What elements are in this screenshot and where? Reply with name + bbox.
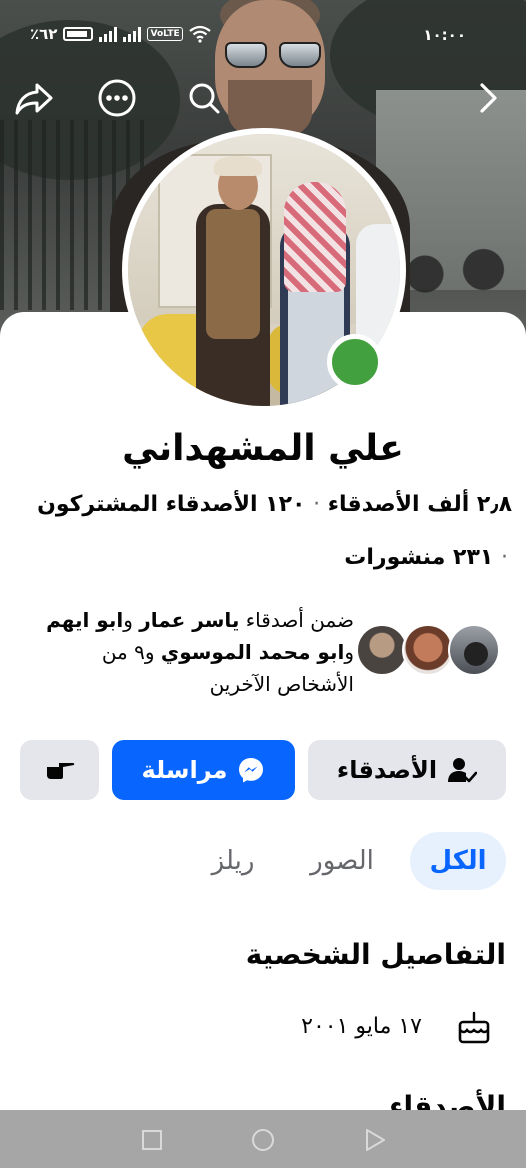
- message-button[interactable]: مراسلة: [112, 740, 295, 800]
- profile-stats: ٢٫٨ ألف الأصدقاء · ١٢٠ الأصدقاء المشتركو…: [37, 492, 512, 517]
- mutual-name[interactable]: ابو محمد الموسوي: [161, 640, 344, 664]
- mutual-conjunction: و: [123, 608, 140, 632]
- more-icon[interactable]: [97, 78, 137, 118]
- wifi-icon: [188, 25, 211, 43]
- profile-name: علي المشهداني: [122, 428, 404, 469]
- status-time: ١٠:٠٠: [423, 26, 466, 44]
- birthday-text: ١٧ مايو ٢٠٠١: [301, 1014, 422, 1039]
- signal-icon: [99, 26, 118, 42]
- mutual-name[interactable]: ياسر عمار: [139, 608, 239, 632]
- mutual-conjunction: و: [344, 640, 354, 664]
- online-status-dot: [327, 334, 383, 390]
- stats-separator: ·: [313, 492, 321, 517]
- battery-icon: [63, 27, 94, 41]
- tab-all[interactable]: الكل: [410, 832, 506, 890]
- friend-check-icon: [448, 758, 478, 783]
- home-icon[interactable]: [249, 1126, 277, 1154]
- poke-icon: [46, 763, 74, 779]
- status-bar: ٪٦٢ VoLTE ١٠:٠٠: [0, 0, 526, 70]
- personal-details-title: التفاصيل الشخصية: [245, 938, 506, 971]
- mutual-friends-row[interactable]: ضمن أصدقاء ياسر عمار وابو ايهم وابو محمد…: [0, 602, 526, 712]
- battery-percent: ٪٦٢: [30, 25, 58, 43]
- recent-apps-icon[interactable]: [138, 1126, 166, 1154]
- birthday-cake-icon: [458, 1011, 490, 1044]
- mutual-prefix: ضمن أصدقاء: [239, 608, 354, 632]
- profile-stats-posts: · ٢٣١ منشورات: [344, 545, 508, 570]
- mutual-avatars: [356, 624, 506, 680]
- mutual-avatar: [402, 624, 454, 676]
- messenger-icon: [239, 758, 264, 783]
- message-button-label: مراسلة: [141, 756, 228, 784]
- friends-button[interactable]: الأصدقاء: [308, 740, 506, 800]
- mutual-avatar: [356, 624, 408, 676]
- tab-photos[interactable]: الصور: [300, 832, 384, 890]
- mutual-friends-text: ضمن أصدقاء ياسر عمار وابو ايهم وابو محمد…: [22, 604, 354, 700]
- search-icon[interactable]: [184, 78, 224, 118]
- status-indicators: ٪٦٢ VoLTE: [30, 25, 211, 43]
- friends-button-label: الأصدقاء: [336, 756, 438, 784]
- volte-badge: VoLTE: [147, 27, 183, 41]
- birthday-row: ١٧ مايو ٢٠٠١: [0, 1008, 526, 1052]
- share-icon[interactable]: [14, 78, 54, 118]
- posts-count[interactable]: ٢٣١ منشورات: [344, 545, 493, 570]
- mutual-name[interactable]: ابو ايهم: [46, 608, 123, 632]
- signal-icon-2: [123, 26, 142, 42]
- poke-button[interactable]: [20, 740, 99, 800]
- mutual-friends-count[interactable]: ١٢٠ الأصدقاء المشتركون: [37, 492, 305, 517]
- mutual-avatar: [448, 624, 500, 676]
- stats-separator-2: ·: [501, 545, 508, 570]
- friends-count[interactable]: ٢٫٨ ألف الأصدقاء: [328, 492, 512, 517]
- chevron-right-icon[interactable]: [468, 78, 508, 118]
- tab-reels[interactable]: ريلز: [196, 832, 270, 890]
- android-nav-bar: [0, 1110, 526, 1168]
- back-icon[interactable]: [361, 1126, 389, 1154]
